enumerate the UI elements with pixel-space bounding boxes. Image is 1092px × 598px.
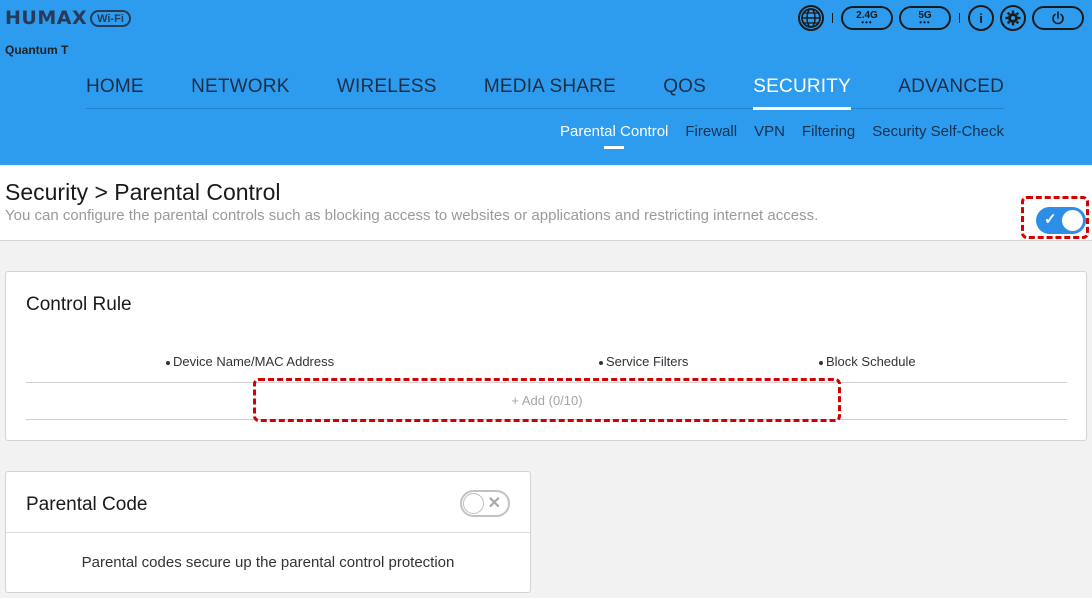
top-icon-bar: 2.4G ••• 5G ••• i xyxy=(798,5,1084,31)
close-icon: ✕ xyxy=(487,495,501,512)
column-header-service-filters: Service Filters xyxy=(599,354,688,369)
subnav-vpn[interactable]: VPN xyxy=(754,123,785,149)
bullet-icon xyxy=(599,360,603,365)
info-glyph: i xyxy=(979,10,983,26)
check-icon: ✓ xyxy=(1044,211,1057,228)
parental-code-card: Parental Code ✕ Parental codes secure up… xyxy=(5,471,531,593)
band-5g-dots: ••• xyxy=(919,17,931,27)
model-name: Quantum T xyxy=(5,43,69,57)
page-description: You can configure the parental controls … xyxy=(5,207,819,224)
parental-code-title: Parental Code xyxy=(26,494,148,515)
nav-advanced[interactable]: ADVANCED xyxy=(898,76,1004,109)
sub-nav: Parental Control Firewall VPN Filtering … xyxy=(560,123,1004,149)
top-header: HUMAX Wi-Fi Quantum T 2.4G ••• 5G ••• i … xyxy=(0,0,1092,165)
power-icon[interactable] xyxy=(1032,6,1084,30)
column-header-device: Device Name/MAC Address xyxy=(166,354,334,369)
page-title: Security > Parental Control xyxy=(5,179,281,205)
highlight-box: ✓ xyxy=(1021,196,1089,239)
divider xyxy=(6,532,530,533)
brand-name: HUMAX xyxy=(5,7,88,29)
nav-network[interactable]: NETWORK xyxy=(191,76,290,109)
band-24g-button[interactable]: 2.4G ••• xyxy=(841,6,893,30)
column-header-device-label: Device Name/MAC Address xyxy=(173,354,335,369)
page-header: Security > Parental Control You can conf… xyxy=(0,165,1092,241)
nav-qos[interactable]: QOS xyxy=(663,76,706,109)
control-rule-title: Control Rule xyxy=(26,294,132,315)
parental-control-toggle[interactable]: ✓ xyxy=(1036,207,1086,234)
parental-code-toggle[interactable]: ✕ xyxy=(460,490,510,517)
subnav-parental-control[interactable]: Parental Control xyxy=(560,123,668,149)
band-24g-dots: ••• xyxy=(861,17,873,27)
toggle-knob xyxy=(463,493,484,514)
globe-icon[interactable] xyxy=(798,5,824,31)
brand-logo: HUMAX Wi-Fi xyxy=(5,7,131,29)
nav-home[interactable]: HOME xyxy=(86,76,144,109)
wifi-badge: Wi-Fi xyxy=(90,9,131,27)
highlight-box: + Add (0/10) xyxy=(253,378,841,422)
nav-media-share[interactable]: MEDIA SHARE xyxy=(484,76,616,109)
divider xyxy=(959,13,960,23)
gear-icon[interactable] xyxy=(1000,5,1026,31)
band-5g-button[interactable]: 5G ••• xyxy=(899,6,951,30)
subnav-security-self-check[interactable]: Security Self-Check xyxy=(872,123,1004,149)
column-header-block-schedule: Block Schedule xyxy=(819,354,916,369)
bullet-icon xyxy=(819,360,823,365)
subnav-filtering[interactable]: Filtering xyxy=(802,123,855,149)
add-rule-button[interactable]: + Add (0/10) xyxy=(256,381,838,419)
bullet-icon xyxy=(166,360,170,365)
parental-code-description: Parental codes secure up the parental co… xyxy=(81,554,455,571)
column-header-service-filters-label: Service Filters xyxy=(606,354,689,369)
info-icon[interactable]: i xyxy=(968,5,994,31)
column-header-block-schedule-label: Block Schedule xyxy=(826,354,916,369)
control-rule-card: Control Rule Device Name/MAC Address Ser… xyxy=(5,271,1087,441)
divider xyxy=(832,13,833,23)
subnav-firewall[interactable]: Firewall xyxy=(685,123,737,149)
nav-wireless[interactable]: WIRELESS xyxy=(337,76,437,109)
nav-security[interactable]: SECURITY xyxy=(753,76,851,110)
toggle-knob xyxy=(1062,210,1083,231)
main-nav: HOME NETWORK WIRELESS MEDIA SHARE QOS SE… xyxy=(86,76,1004,110)
